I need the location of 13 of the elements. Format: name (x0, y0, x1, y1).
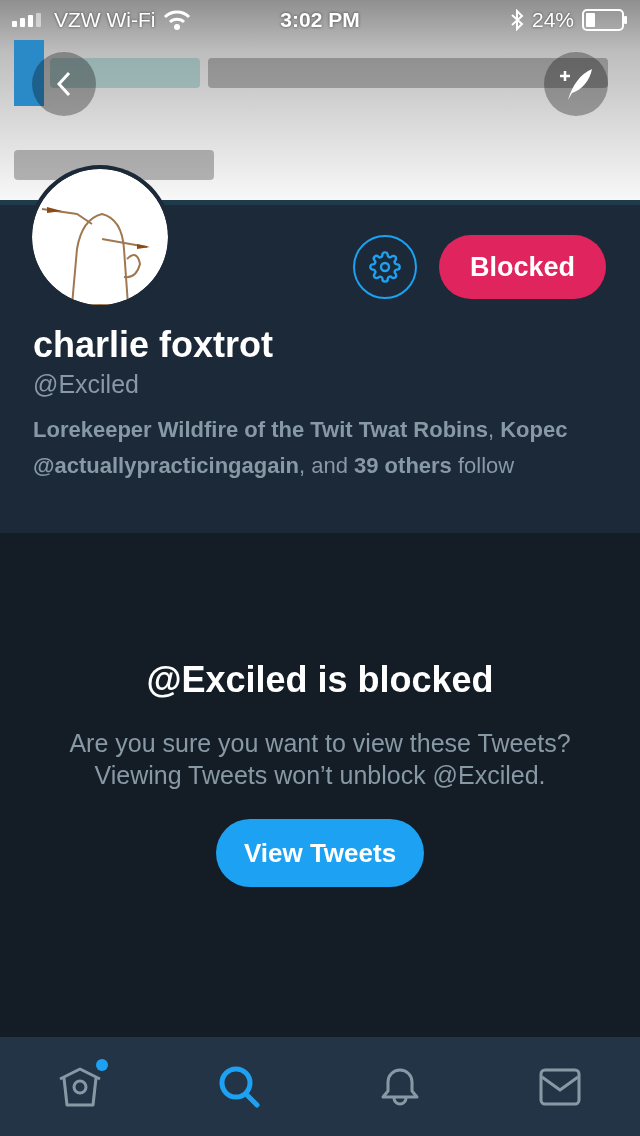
home-icon (58, 1066, 102, 1107)
settings-button[interactable] (352, 235, 417, 299)
mail-icon (539, 1067, 581, 1106)
blocked-message: Are you sure you want to view these Tweets? Viewing Tweets won’t unblock @Exciled. (68, 728, 572, 791)
blocked-button[interactable]: Blocked (438, 235, 606, 299)
view-tweets-button[interactable]: View Tweets (215, 819, 425, 887)
profile-handle: @Exciled (33, 369, 140, 400)
blocked-title: @Exciled is blocked (146, 658, 494, 702)
search-icon (218, 1064, 262, 1109)
settings-icon (368, 251, 401, 283)
bell-icon (379, 1066, 421, 1107)
followers-note: Lorekeeper Wildfire of the Twit Twat Robins, Kopec @actuallypracticingagain, and 39 others follow (33, 416, 569, 480)
profile-name: charlie foxtrot (33, 323, 275, 367)
